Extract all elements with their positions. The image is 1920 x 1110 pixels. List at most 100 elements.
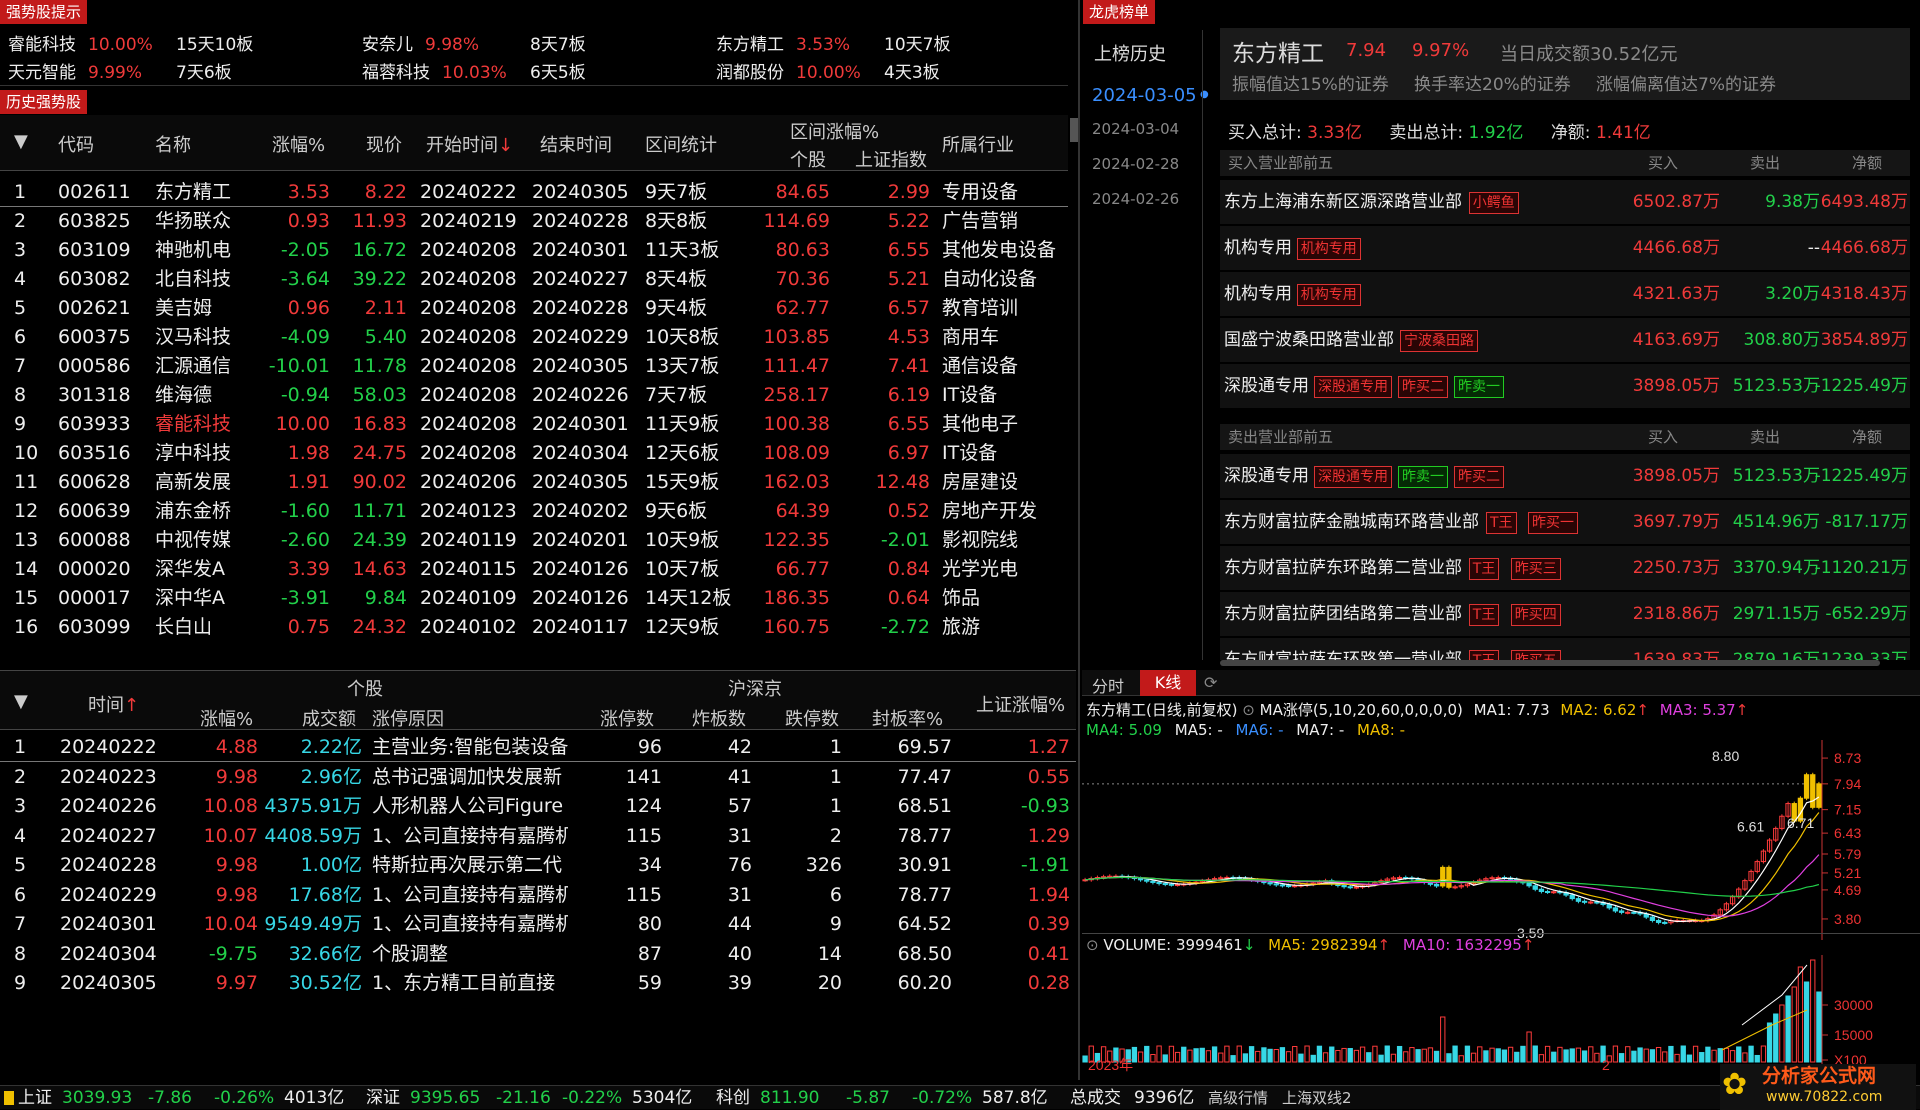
lhb-date-item[interactable]: 2024-02-28: [1092, 155, 1179, 173]
lhb-hscrollbar[interactable]: [1220, 660, 1880, 666]
col-limit-down[interactable]: 跌停数: [785, 705, 839, 731]
col-d-amount[interactable]: 成交额: [302, 705, 356, 731]
col-index-pct[interactable]: 上证涨幅%: [976, 691, 1065, 717]
table-row[interactable]: 1 20240222 4.88 2.22亿 主营业务:智能包装设备 96 42 1 69.57 1…: [0, 733, 1076, 762]
lhb-row[interactable]: 国盛宁波桑田路营业部 宁波桑田路 4163.69万 308.80万 3854.89万: [1220, 318, 1910, 362]
volume-chart[interactable]: 3000015000X1002023年 2: [1082, 955, 1920, 1072]
tab-minute[interactable]: 分时: [1092, 673, 1124, 697]
lhb-row[interactable]: 东方上海浦东新区源深路营业部 小鳄鱼 6502.87万 9.38万 6493.48万: [1220, 180, 1910, 224]
line-label[interactable]: 上海双线2: [1282, 1086, 1352, 1110]
dept-tag[interactable]: 昨卖一: [1454, 376, 1504, 398]
table-row[interactable]: 2 603825 华扬联众 0.93 11.93 20240219 20240228 8天8板…: [0, 207, 1068, 236]
index-name[interactable]: 上证: [18, 1086, 52, 1110]
dept-tag[interactable]: 深股通专用: [1314, 466, 1392, 488]
col-limit-up[interactable]: 涨停数: [600, 705, 654, 731]
table-row[interactable]: 3 603109 神驰机电 -2.05 16.72 20240208 20240301 11天…: [0, 236, 1068, 265]
lhb-row[interactable]: 东方财富拉萨东环路第一营业部 T王昨买五 1639.83万 2879.16万-1239…: [1220, 638, 1910, 660]
dept-tag[interactable]: 宁波桑田路: [1400, 330, 1478, 352]
dept-tag[interactable]: 昨买一: [1528, 512, 1578, 534]
kline-chart[interactable]: 8.737.947.156.435.795.214.693.808.803.59…: [1082, 740, 1920, 940]
dept-tag[interactable]: 昨买二: [1454, 466, 1504, 488]
dept-tag[interactable]: 昨买二: [1398, 376, 1448, 398]
lhb-stock-name[interactable]: 东方精工: [1232, 34, 1324, 68]
col-pct[interactable]: 涨幅%: [272, 131, 325, 157]
table-row[interactable]: 10 603516 淳中科技 1.98 24.75 20240208 20240304 12天…: [0, 439, 1068, 468]
dept-tag[interactable]: 机构专用: [1296, 284, 1361, 306]
table-row[interactable]: 9 603933 睿能科技 10.00 16.83 20240208 20240301 11天…: [0, 410, 1068, 439]
lhb-row[interactable]: 深股通专用 深股通专用 昨买二 昨卖一 3898.05万 5123.53万 -1225.49…: [1220, 364, 1910, 408]
lhb-date-item[interactable]: 2024-03-04: [1092, 120, 1179, 138]
table-row[interactable]: 7 20240301 10.04 9549.49万 1、公司直接持有嘉腾机 80 44 9 64…: [0, 910, 1076, 939]
col-code[interactable]: 代码: [58, 131, 94, 157]
table-row[interactable]: 7 000586 汇源通信 -10.01 11.78 20240208 20240305 13…: [0, 352, 1068, 381]
dept-name[interactable]: 东方财富拉萨东环路第二营业部: [1224, 546, 1462, 590]
lhb-row[interactable]: 机构专用 机构专用 4321.63万 3.20万 4318.43万: [1220, 272, 1910, 316]
dept-tag[interactable]: T王: [1486, 512, 1517, 534]
dept-tag[interactable]: 昨买三: [1510, 558, 1561, 580]
dept-name[interactable]: 机构专用: [1224, 226, 1292, 270]
history-scrollbar[interactable]: [1070, 118, 1078, 142]
alert-item[interactable]: 润都股份 10.00% 4天3板: [716, 58, 940, 83]
dept-name[interactable]: 深股通专用: [1224, 454, 1309, 498]
alert-item[interactable]: 天元智能 9.99% 7天6板: [8, 58, 232, 83]
table-row[interactable]: 15 000017 深中华A -3.91 9.84 20240109 20240126 14天…: [0, 584, 1068, 613]
refresh-icon[interactable]: ⟳: [1204, 673, 1217, 692]
dept-tag[interactable]: T王: [1468, 604, 1500, 626]
col-d-reason[interactable]: 涨停原因: [372, 705, 444, 731]
col-d-pct[interactable]: 涨幅%: [200, 705, 253, 731]
table-row[interactable]: 4 20240227 10.07 4408.59万 1、公司直接持有嘉腾机 115 31 2 7…: [0, 822, 1076, 851]
table-row[interactable]: 16 603099 长白山 0.75 24.32 20240102 20240117 12天9…: [0, 613, 1068, 642]
tab-kline[interactable]: K线: [1140, 670, 1196, 696]
table-row[interactable]: 13 600088 中视传媒 -2.60 24.39 20240119 20240201 10…: [0, 526, 1068, 555]
col-seal[interactable]: 封板率%: [872, 705, 943, 731]
col-time[interactable]: 时间↑: [88, 691, 139, 717]
dept-name[interactable]: 东方财富拉萨金融城南环路营业部: [1224, 500, 1479, 544]
dept-name[interactable]: 深股通专用: [1224, 364, 1309, 408]
ma-toggle-icon[interactable]: ⊙: [1242, 701, 1255, 719]
table-row[interactable]: 8 301318 维海德 -0.94 58.03 20240208 20240226 7天7板…: [0, 381, 1068, 410]
table-row[interactable]: 4 603082 北自科技 -3.64 39.22 20240208 20240227 8天4…: [0, 265, 1068, 294]
table-row[interactable]: 6 600375 汉马科技 -4.09 5.40 20240208 20240229 10天8…: [0, 323, 1068, 352]
alert-item[interactable]: 东方精工 3.53% 10天7板: [716, 30, 950, 55]
dept-name[interactable]: 国盛宁波桑田路营业部: [1224, 318, 1394, 362]
dept-tag[interactable]: T王: [1468, 558, 1500, 580]
table-row[interactable]: 3 20240226 10.08 4375.91万 人形机器人公司Figure 124 57…: [0, 792, 1076, 821]
table-row[interactable]: 5 002621 美吉姆 0.96 2.11 20240208 20240228 9天4板 62…: [0, 294, 1068, 323]
dept-name[interactable]: 机构专用: [1224, 272, 1292, 316]
alert-item[interactable]: 睿能科技 10.00% 15天10板: [8, 30, 253, 55]
table-row[interactable]: 2 20240223 9.98 2.96亿 总书记强调加快发展新 141 41 1 77.47 0…: [0, 763, 1076, 792]
dept-name[interactable]: 东方上海浦东新区源深路营业部: [1224, 180, 1462, 224]
lhb-row[interactable]: 深股通专用 深股通专用 昨卖一 昨买二 3898.05万 5123.53万 -1225.49…: [1220, 454, 1910, 498]
table-row[interactable]: 6 20240229 9.98 17.68亿 1、公司直接持有嘉腾机 115 31 6 78.7…: [0, 881, 1076, 910]
dept-tag[interactable]: T王: [1468, 650, 1500, 660]
lhb-row[interactable]: 东方财富拉萨金融城南环路营业部 T王 昨买一 3697.79万 4514.96万 -817…: [1220, 500, 1910, 544]
lhb-row[interactable]: 机构专用 机构专用 4466.68万 -- 4466.68万: [1220, 226, 1910, 270]
dept-tag[interactable]: 昨买四: [1510, 604, 1561, 626]
lhb-row[interactable]: 东方财富拉萨东环路第二营业部 T王 昨买三 2250.73万 3370.94万 -1120…: [1220, 546, 1910, 590]
adv-quote-link[interactable]: 高级行情: [1208, 1086, 1268, 1110]
lhb-date-item[interactable]: 2024-03-05: [1092, 85, 1197, 106]
lhb-date-item[interactable]: 2024-02-26: [1092, 190, 1179, 208]
col-end[interactable]: 结束时间: [540, 131, 612, 157]
daily-menu-icon[interactable]: ▼: [14, 691, 28, 712]
dept-name[interactable]: 东方财富拉萨东环路第一营业部: [1224, 638, 1462, 660]
dept-tag[interactable]: 小鳄鱼: [1468, 192, 1519, 214]
col-broken[interactable]: 炸板数: [692, 705, 746, 731]
dept-tag[interactable]: 深股通专用: [1314, 376, 1392, 398]
col-stat[interactable]: 区间统计: [645, 131, 717, 157]
dept-name[interactable]: 东方财富拉萨团结路第二营业部: [1224, 592, 1462, 636]
dept-tag[interactable]: 昨买五: [1510, 650, 1561, 660]
col-name[interactable]: 名称: [155, 131, 191, 157]
col-range-stock[interactable]: 个股: [790, 146, 826, 172]
table-row[interactable]: 11 600628 高新发展 1.91 90.02 20240206 20240305 15天…: [0, 468, 1068, 497]
table-row[interactable]: 14 000020 深华发A 3.39 14.63 20240115 20240126 10天…: [0, 555, 1068, 584]
dept-tag[interactable]: 昨卖一: [1398, 466, 1448, 488]
table-row[interactable]: 5 20240228 9.98 1.00亿 特斯拉再次展示第二代 34 76 326 30.91…: [0, 851, 1076, 880]
alert-item[interactable]: 福蓉科技 10.03% 6天5板: [362, 58, 586, 83]
index-name[interactable]: 深证: [366, 1086, 400, 1110]
vol-toggle-icon[interactable]: ⊙: [1086, 936, 1099, 954]
col-price[interactable]: 现价: [366, 131, 402, 157]
col-range-index[interactable]: 上证指数: [855, 146, 927, 172]
table-row[interactable]: 8 20240304 -9.75 32.66亿 个股调整 87 40 14 68.50 0.41: [0, 940, 1076, 969]
table-row[interactable]: 9 20240305 9.97 30.52亿 1、东方精工目前直接 59 39 20 60.20…: [0, 969, 1076, 998]
